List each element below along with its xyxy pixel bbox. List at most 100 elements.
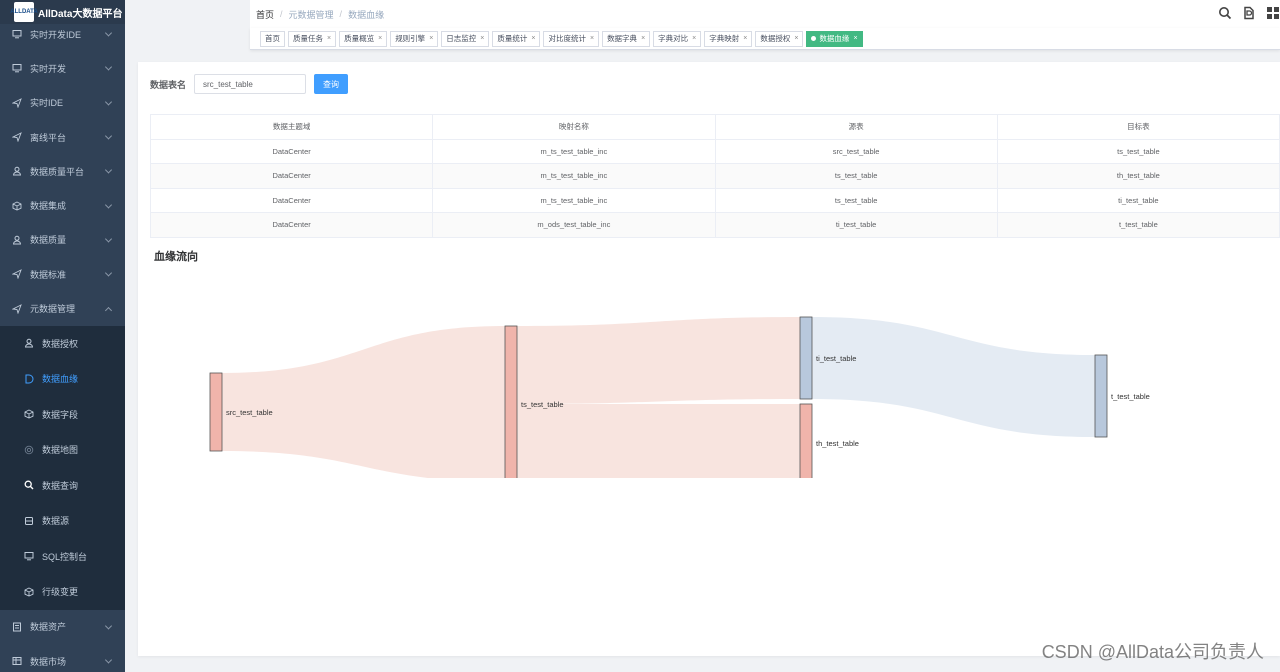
search-icon <box>24 480 34 490</box>
sidebar-item-1[interactable]: 数据授权 <box>0 325 125 362</box>
tag-4[interactable]: 规则引擎 × <box>390 30 439 47</box>
table-name-input[interactable]: src_test_table <box>194 74 307 94</box>
table-body: DataCenter m_ts_test_table_inc src_test_ta… <box>149 138 1280 238</box>
lineage-node-th_test_table[interactable] <box>799 403 813 478</box>
tag-12[interactable]: 数据血缘 × <box>806 30 863 47</box>
close-icon[interactable]: × <box>327 35 331 42</box>
table-cell: DataCenter <box>149 212 434 238</box>
table-row[interactable]: DataCenter m_ts_test_table_inc src_test_ta… <box>149 138 1280 164</box>
lineage-sankey: src_test_table ts_test_table ti_test_table… <box>209 316 1150 478</box>
lineage-link-ti_test_table-to-t_test_table[interactable] <box>812 317 1095 437</box>
tag-label: 对比度统计 <box>548 34 586 43</box>
sidebar-item-label: SQL控制台 <box>42 551 88 562</box>
table-cell: ts_test_table <box>714 163 998 189</box>
sidebar-item-label: 数据资产 <box>30 622 67 633</box>
tag-2[interactable]: 质量任务 × <box>288 30 337 47</box>
close-icon[interactable]: × <box>692 35 696 42</box>
table-row[interactable]: DataCenter m_ts_test_table_inc ts_test_tab… <box>149 187 1280 213</box>
sidebar-item-label: 实时IDE <box>30 98 64 109</box>
sidebar-item-label: 数据市场 <box>30 656 67 667</box>
table-cell: ts_test_table <box>714 187 998 213</box>
tag-11[interactable]: 数据授权 × <box>755 30 804 47</box>
tag-8[interactable]: 数据字典 × <box>602 30 651 47</box>
sidebar-item-2[interactable]: 数据血缘 <box>0 361 125 397</box>
tag-5[interactable]: 日志监控 × <box>441 30 490 47</box>
sidebar-item-label: 数据查询 <box>42 480 79 491</box>
lineage-node-label: th_test_table <box>816 439 859 448</box>
sidebar-item-4[interactable]: 数据地图 <box>0 432 125 468</box>
sidebar-item-label: 数据血缘 <box>42 374 79 385</box>
tag-3[interactable]: 质量概览 × <box>339 30 388 47</box>
close-icon[interactable]: × <box>743 35 747 42</box>
sidebar-item-5[interactable]: 数据查询 <box>0 467 125 504</box>
lineage-node-src_test_table[interactable] <box>209 372 223 452</box>
sidebar-item-4[interactable]: 离线平台 <box>0 120 125 154</box>
search-icon[interactable] <box>1218 6 1232 20</box>
close-icon[interactable]: × <box>378 35 382 42</box>
sidebar-item-label: 数据源 <box>42 516 70 527</box>
close-icon[interactable]: × <box>480 35 484 42</box>
sidebar-item-6[interactable]: 数据集成 <box>0 188 125 222</box>
tag-9[interactable]: 字典对比 × <box>653 30 702 47</box>
cube-icon <box>24 409 34 419</box>
sidebar-item-7[interactable]: 数据质量 <box>0 223 125 257</box>
tag-1[interactable]: 首页 <box>260 30 285 47</box>
table-cell: DataCenter <box>149 138 434 164</box>
table-cell: th_test_table <box>996 163 1280 189</box>
tag-7[interactable]: 对比度统计 × <box>543 30 600 47</box>
table-cell: m_ts_test_table_inc <box>432 187 716 213</box>
sidebar-item-7[interactable]: SQL控制台 <box>0 538 125 575</box>
sidebar-item-1[interactable]: 实时开发IDE <box>0 17 125 51</box>
table-icon <box>12 656 22 666</box>
lineage-node-label: ts_test_table <box>521 400 564 409</box>
chevron-up-icon <box>104 306 113 314</box>
breadcrumb-home[interactable]: 首页 <box>256 8 274 21</box>
grid-icon[interactable] <box>1266 6 1280 20</box>
sidebar-item-label: 实时开发IDE <box>30 29 82 40</box>
lineage-node-ti_test_table[interactable] <box>799 316 813 400</box>
sidebar-item-1[interactable]: 数据资产 <box>0 610 125 644</box>
active-dot-icon <box>811 36 817 41</box>
close-icon[interactable]: × <box>429 35 433 42</box>
lineage-link-ts_test_table-to-ti_test_table[interactable] <box>517 317 800 404</box>
lineage-node-t_test_table[interactable] <box>1094 354 1108 438</box>
close-icon[interactable]: × <box>641 35 645 42</box>
watermark: CSDN @AllData公司负责人 <box>1041 642 1264 662</box>
table-row[interactable]: DataCenter m_ods_test_table_inc ti_test_ta… <box>149 212 1280 238</box>
chevron-down-icon <box>104 166 113 174</box>
table-cell: DataCenter <box>149 163 434 189</box>
close-icon[interactable]: × <box>853 35 857 42</box>
sidebar-item-label: 数据标准 <box>30 269 67 280</box>
table-row[interactable]: DataCenter m_ts_test_table_inc ts_test_tab… <box>149 163 1280 189</box>
sidebar-item-label: 数据地图 <box>42 445 79 456</box>
sidebar-item-8[interactable]: 数据标准 <box>0 257 125 291</box>
lineage-node-label: ti_test_table <box>816 354 856 363</box>
document-icon[interactable] <box>1242 6 1256 20</box>
sidebar-item-6[interactable]: 数据源 <box>0 503 125 539</box>
cube-icon <box>24 587 34 597</box>
lineage-link-src_test_table-to-ts_test_table[interactable] <box>222 326 505 478</box>
lineage-node-ts_test_table[interactable] <box>504 325 518 478</box>
sidebar-item-9[interactable]: 元数据管理 <box>0 291 125 325</box>
tag-6[interactable]: 质量统计 × <box>492 30 541 47</box>
sidebar-item-8[interactable]: 行级变更 <box>0 574 125 610</box>
sidebar-item-2[interactable]: 实时开发 <box>0 51 125 85</box>
lineage-link-ts_test_table-to-th_test_table[interactable] <box>517 403 800 478</box>
close-icon[interactable]: × <box>794 35 798 42</box>
lineage-node-label: src_test_table <box>226 408 273 417</box>
chevron-down-icon <box>104 132 113 140</box>
send-icon <box>12 269 22 280</box>
table-cell: t_test_table <box>996 212 1280 238</box>
sidebar-item-2[interactable]: 数据市场 <box>0 644 125 672</box>
close-icon[interactable]: × <box>590 35 594 42</box>
sidebar-item-3[interactable]: 数据字段 <box>0 396 125 433</box>
sidebar-item-3[interactable]: 实时IDE <box>0 86 125 120</box>
query-button[interactable]: 查询 <box>314 74 349 94</box>
tag-10[interactable]: 字典映射 × <box>704 30 753 47</box>
breadcrumb-metadata[interactable]: 元数据管理 <box>289 8 334 21</box>
table-cell: m_ts_test_table_inc <box>432 138 716 164</box>
table-cell: src_test_table <box>714 138 998 164</box>
sidebar-item-5[interactable]: 数据质量平台 <box>0 154 125 188</box>
sidebar-item-label: 数据质量 <box>30 235 67 246</box>
close-icon[interactable]: × <box>531 35 535 42</box>
